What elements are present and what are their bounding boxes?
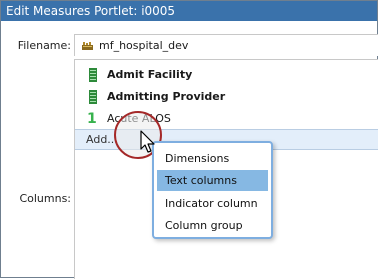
- column-item-label: Admitting Provider: [107, 90, 226, 103]
- portlet-editor-window: Edit Measures Portlet: i0005 Filename: m…: [0, 0, 378, 279]
- menu-item-column-group[interactable]: Column group: [157, 215, 268, 236]
- menu-item-text-columns[interactable]: Text columns: [157, 170, 268, 191]
- filename-label: Filename:: [17, 39, 71, 52]
- mouse-pointer-icon: [140, 130, 155, 153]
- database-icon: [82, 42, 93, 50]
- filename-value: mf_hospital_dev: [99, 39, 189, 52]
- column-item-admit-facility[interactable]: Admit Facility: [75, 65, 375, 85]
- window-title: Edit Measures Portlet: i0005: [1, 1, 377, 21]
- menu-item-indicator-column[interactable]: Indicator column: [157, 193, 268, 214]
- filename-field[interactable]: mf_hospital_dev: [74, 34, 378, 56]
- dimension-icon: [89, 68, 97, 82]
- add-column-label: Add...: [86, 133, 118, 146]
- dimension-icon: [89, 90, 97, 104]
- menu-item-dimensions[interactable]: Dimensions: [157, 148, 268, 169]
- columns-label: Columns:: [19, 192, 71, 205]
- column-item-admitting-provider[interactable]: Admitting Provider: [75, 87, 375, 107]
- measure-icon: 1: [87, 111, 97, 127]
- column-item-label: Admit Facility: [107, 68, 193, 81]
- add-column-dropdown-menu: Dimensions Text columns Indicator column…: [152, 141, 273, 239]
